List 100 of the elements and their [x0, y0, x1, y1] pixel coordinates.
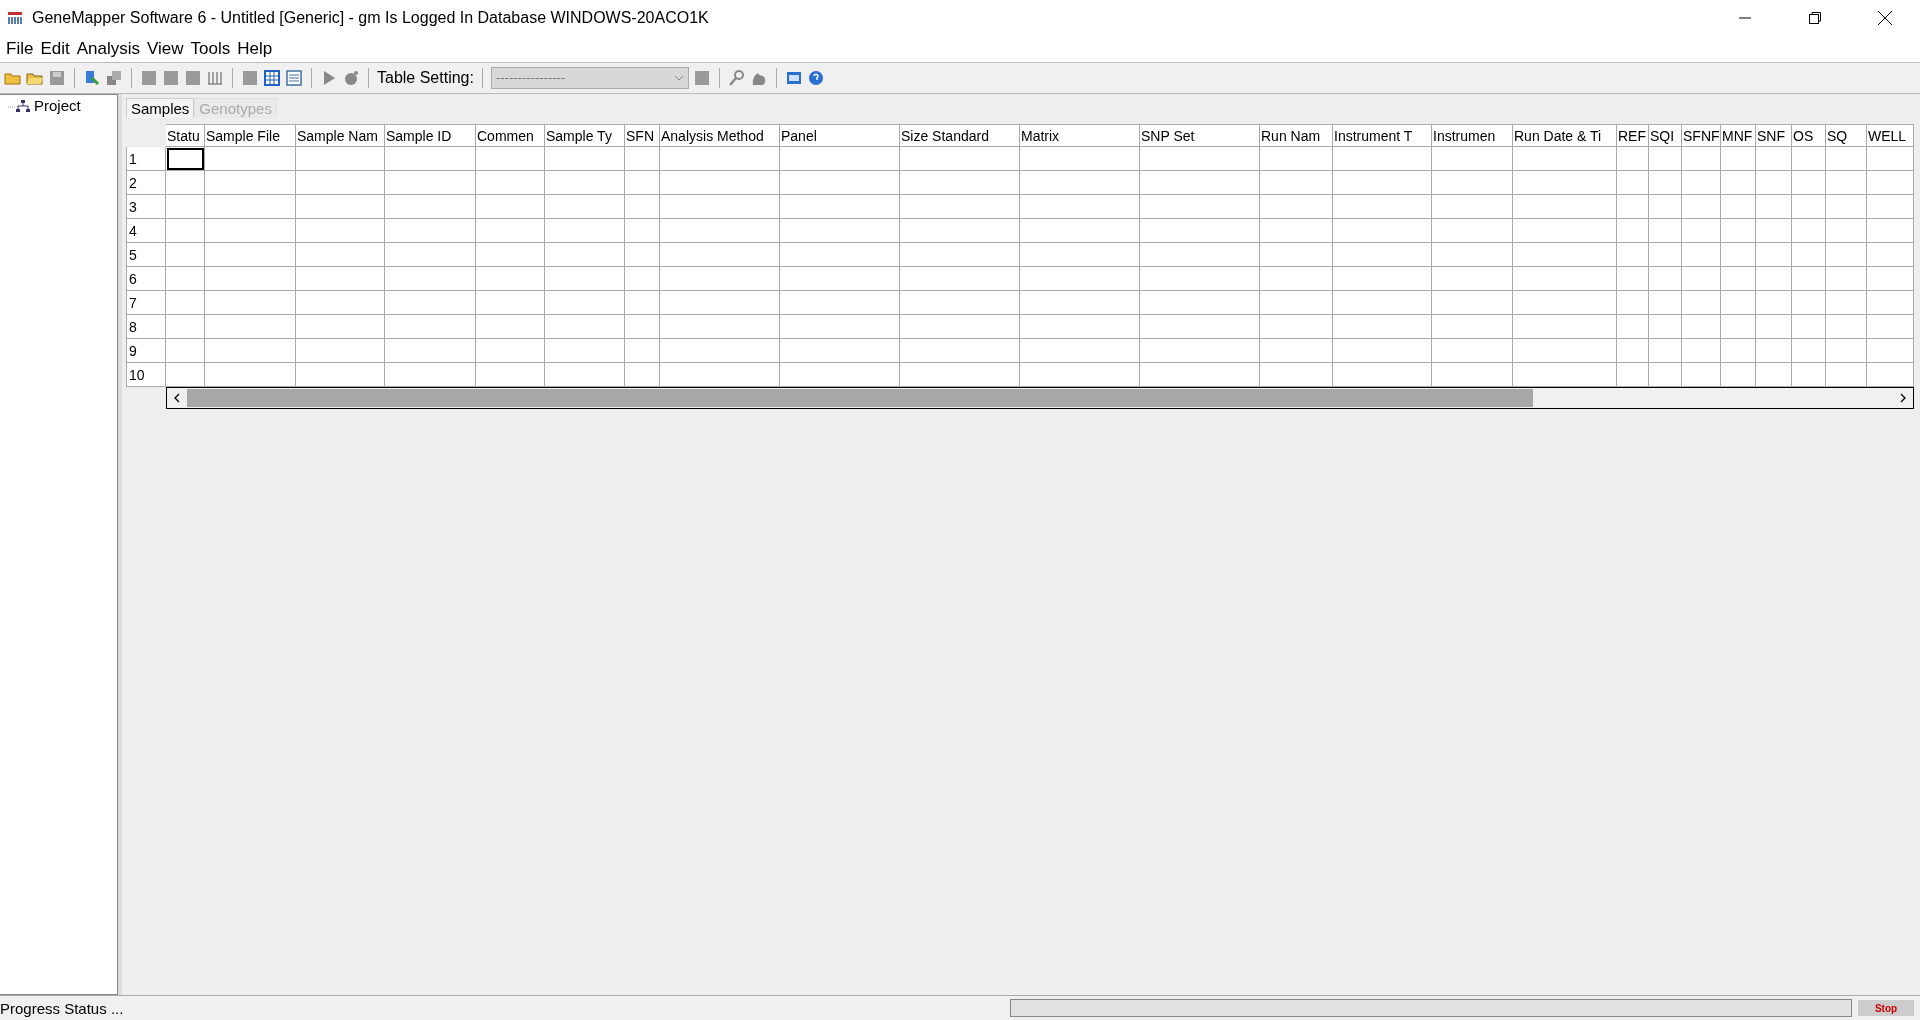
table-cell[interactable] — [660, 315, 780, 339]
table-cell[interactable] — [625, 291, 660, 315]
table-cell[interactable] — [625, 339, 660, 363]
tree-item[interactable]: Project — [8, 97, 81, 114]
table-cell[interactable] — [1756, 267, 1792, 291]
table-cell[interactable] — [900, 315, 1020, 339]
table-cell[interactable] — [1826, 315, 1867, 339]
table-cell[interactable] — [1682, 339, 1721, 363]
table-cell[interactable] — [780, 147, 900, 171]
table-cell[interactable] — [476, 147, 545, 171]
table-cell[interactable] — [900, 339, 1020, 363]
table-cell[interactable] — [1260, 147, 1333, 171]
table-cell[interactable] — [296, 243, 385, 267]
table-cell[interactable] — [205, 171, 296, 195]
table-cell[interactable] — [545, 267, 625, 291]
table-cell[interactable] — [166, 339, 205, 363]
column-header[interactable]: OS — [1792, 124, 1826, 147]
table-cell[interactable] — [296, 339, 385, 363]
table-cell[interactable] — [1140, 339, 1260, 363]
column-header[interactable]: Size Standard — [900, 124, 1020, 147]
table-cell[interactable] — [660, 147, 780, 171]
table-cell[interactable] — [476, 195, 545, 219]
table-cell[interactable] — [1617, 243, 1649, 267]
table-icon[interactable] — [285, 69, 303, 87]
table-cell[interactable] — [1721, 339, 1756, 363]
panel-icon[interactable] — [162, 69, 180, 87]
table-cell[interactable] — [205, 339, 296, 363]
table-cell[interactable] — [1682, 195, 1721, 219]
table-cell[interactable] — [1826, 243, 1867, 267]
table-cell[interactable] — [545, 195, 625, 219]
table-cell[interactable] — [1649, 171, 1682, 195]
horizontal-scrollbar[interactable] — [166, 387, 1914, 409]
table-cell[interactable] — [1333, 291, 1432, 315]
table-cell[interactable] — [385, 363, 476, 387]
table-cell[interactable] — [1617, 219, 1649, 243]
table-cell[interactable] — [1432, 195, 1513, 219]
table-cell[interactable] — [476, 171, 545, 195]
tab[interactable]: Samples — [126, 98, 195, 118]
table-cell[interactable] — [1649, 363, 1682, 387]
table-cell[interactable] — [780, 363, 900, 387]
table-cell[interactable] — [545, 363, 625, 387]
table-cell[interactable] — [1826, 363, 1867, 387]
table-cell[interactable] — [1513, 147, 1617, 171]
table-cell[interactable] — [1867, 363, 1914, 387]
table-cell[interactable] — [205, 315, 296, 339]
table-cell[interactable] — [545, 171, 625, 195]
column-header[interactable]: Sample ID — [385, 124, 476, 147]
table-cell[interactable] — [1617, 171, 1649, 195]
menu-item[interactable]: Tools — [188, 39, 236, 59]
table-cell[interactable] — [1140, 291, 1260, 315]
table-cell[interactable] — [780, 315, 900, 339]
table-cell[interactable] — [1792, 363, 1826, 387]
table-cell[interactable] — [205, 291, 296, 315]
table-cell[interactable] — [1260, 171, 1333, 195]
table-cell[interactable] — [1721, 195, 1756, 219]
table-cell[interactable] — [1826, 219, 1867, 243]
table-cell[interactable] — [1756, 171, 1792, 195]
table-cell[interactable] — [1682, 219, 1721, 243]
table-cell[interactable] — [1617, 339, 1649, 363]
table-cell[interactable] — [1513, 243, 1617, 267]
table-cell[interactable] — [1020, 267, 1140, 291]
table-cell[interactable] — [900, 171, 1020, 195]
table-cell[interactable] — [1260, 315, 1333, 339]
table-cell[interactable] — [205, 267, 296, 291]
table-cell[interactable] — [625, 315, 660, 339]
table-cell[interactable] — [166, 243, 205, 267]
table-cell[interactable] — [1140, 171, 1260, 195]
table-cell[interactable] — [1333, 267, 1432, 291]
table-cell[interactable] — [900, 267, 1020, 291]
table-cell[interactable] — [1792, 291, 1826, 315]
grid-icon[interactable] — [263, 69, 281, 87]
table-cell[interactable] — [1513, 219, 1617, 243]
table-cell[interactable] — [1649, 243, 1682, 267]
table-cell[interactable] — [1140, 195, 1260, 219]
table-cell[interactable] — [385, 171, 476, 195]
table-cell[interactable] — [1140, 219, 1260, 243]
table-cell[interactable] — [1260, 291, 1333, 315]
table-cell[interactable] — [1333, 171, 1432, 195]
column-header[interactable]: Run Nam — [1260, 124, 1333, 147]
table-cell[interactable] — [1260, 267, 1333, 291]
table-cell[interactable] — [780, 195, 900, 219]
blob-icon[interactable] — [342, 69, 360, 87]
table-cell[interactable] — [205, 243, 296, 267]
table-cell[interactable] — [1826, 267, 1867, 291]
table-cell[interactable] — [1682, 147, 1721, 171]
table-cell[interactable] — [1721, 267, 1756, 291]
table-cell[interactable] — [1792, 315, 1826, 339]
table-cell[interactable] — [1867, 315, 1914, 339]
table-cell[interactable] — [1756, 291, 1792, 315]
table-cell[interactable] — [1432, 291, 1513, 315]
table-cell[interactable] — [1792, 171, 1826, 195]
help-icon[interactable] — [806, 69, 825, 87]
table-cell[interactable] — [1140, 267, 1260, 291]
table-cell[interactable] — [1721, 219, 1756, 243]
table-cell[interactable] — [1867, 267, 1914, 291]
table-cell[interactable] — [1867, 243, 1914, 267]
table-cell[interactable] — [296, 267, 385, 291]
column-header[interactable]: Commen — [476, 124, 545, 147]
table-cell[interactable] — [1432, 219, 1513, 243]
table-cell[interactable] — [1867, 291, 1914, 315]
